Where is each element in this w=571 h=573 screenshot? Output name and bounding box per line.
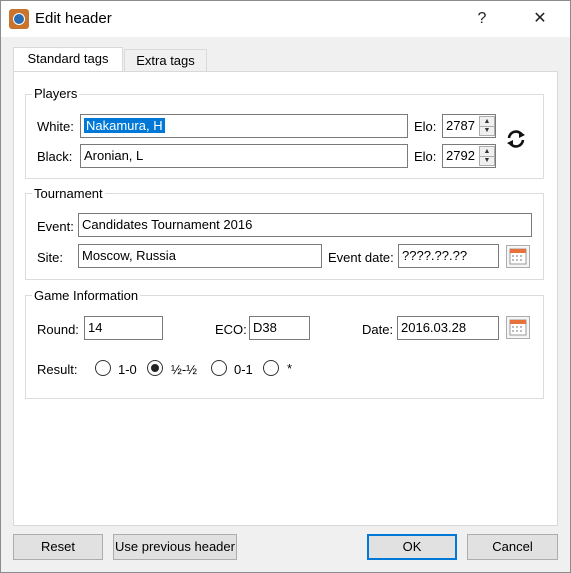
date-label: Date: (362, 322, 394, 337)
white-player-value: Nakamura, H (84, 118, 165, 133)
calendar-icon[interactable] (506, 245, 530, 268)
white-label: White: (37, 119, 74, 134)
players-group-title: Players (32, 86, 80, 101)
result-radio-0-1[interactable] (211, 360, 227, 376)
use-previous-header-button[interactable]: Use previous header (113, 534, 237, 560)
white-elo-value: 2787 (446, 118, 475, 133)
calendar-icon[interactable] (506, 316, 530, 339)
event-value: Candidates Tournament 2016 (82, 217, 253, 232)
app-chess-icon (9, 9, 29, 29)
game-info-group-title: Game Information (32, 288, 141, 303)
date-input[interactable]: 2016.03.28 (397, 316, 499, 340)
result-label-draw: ½-½ (171, 362, 198, 377)
event-date-label: Event date: (328, 250, 394, 265)
tab-extra-tags[interactable]: Extra tags (124, 49, 207, 72)
black-elo-value: 2792 (446, 148, 475, 163)
round-value: 14 (88, 320, 103, 335)
event-date-value: ????.??.?? (402, 248, 468, 263)
spin-down-icon[interactable]: ▼ (480, 126, 494, 135)
event-input[interactable]: Candidates Tournament 2016 (78, 213, 532, 237)
result-radio-unknown[interactable] (263, 360, 279, 376)
black-elo-label: Elo: (414, 149, 437, 164)
white-elo-label: Elo: (414, 119, 437, 134)
black-player-value: Aronian, L (84, 148, 144, 163)
reset-button[interactable]: Reset (13, 534, 103, 560)
date-value: 2016.03.28 (401, 320, 467, 335)
black-player-input[interactable]: Aronian, L (80, 144, 408, 168)
site-input[interactable]: Moscow, Russia (78, 244, 322, 268)
spin-down-icon[interactable]: ▼ (480, 156, 494, 165)
event-date-input[interactable]: ????.??.?? (398, 244, 499, 268)
tournament-group-title: Tournament (32, 186, 105, 201)
eco-label: ECO: (215, 322, 247, 337)
white-elo-spinner[interactable]: ▲ ▼ (479, 116, 495, 136)
result-label-1-0: 1-0 (118, 362, 137, 377)
cancel-button[interactable]: Cancel (467, 534, 558, 560)
result-label-unknown: * (287, 361, 293, 376)
result-radio-draw[interactable] (147, 360, 163, 376)
event-label: Event: (37, 219, 74, 234)
swap-colors-icon[interactable] (504, 127, 528, 151)
result-radio-1-0[interactable] (95, 360, 111, 376)
eco-value: D38 (253, 320, 277, 335)
black-label: Black: (37, 149, 73, 164)
white-player-input[interactable]: Nakamura, H (80, 114, 408, 138)
site-value: Moscow, Russia (82, 248, 176, 263)
close-button[interactable]: ✕ (526, 6, 554, 32)
result-label-0-1: 0-1 (234, 362, 253, 377)
site-label: Site: (37, 250, 64, 265)
round-input[interactable]: 14 (84, 316, 163, 340)
result-label: Result: (37, 362, 78, 377)
window-title: Edit header (35, 10, 112, 27)
tab-standard-tags[interactable]: Standard tags (13, 47, 123, 71)
help-button[interactable]: ? (468, 6, 496, 32)
game-info-group (25, 295, 544, 399)
ok-button[interactable]: OK (367, 534, 457, 560)
eco-input[interactable]: D38 (249, 316, 310, 340)
black-elo-spinner[interactable]: ▲ ▼ (479, 146, 495, 166)
round-label: Round: (37, 322, 79, 337)
